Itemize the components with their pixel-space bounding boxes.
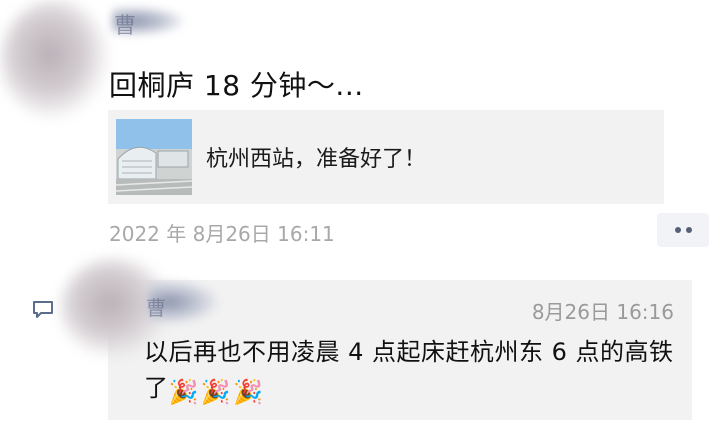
post-timestamp: 2022 年 8月26日 16:11 [109,222,335,246]
more-dot [685,227,692,233]
post-author-name[interactable]: 曹 [114,8,136,40]
link-title: 杭州西站，准备好了！ [206,147,427,172]
party-popper-icon: 🎉 [200,378,232,406]
more-dot [674,227,681,233]
comment-time: 8月26日 16:16 [531,300,674,324]
moments-post: 曹 回桐庐 18 分钟～... 杭州西站，准备好了！ 2022 年 8月26日 … [0,0,720,433]
comment-author-name[interactable]: 曹 [146,292,166,321]
party-popper-icon: 🎉 [168,378,199,406]
shared-link-card[interactable]: 杭州西站，准备好了！ [108,110,664,204]
more-dots-icon[interactable] [657,213,709,247]
train-station-thumbnail-icon [116,119,192,195]
post-text: 回桐庐 18 分钟～... [109,69,364,102]
comment-bubble-icon [33,301,53,318]
post-avatar[interactable] [0,0,110,120]
comment-text: 以后再也不用凌晨 4 点起床赶杭州东 6 点的高铁了🎉🎉🎉 [144,334,684,410]
party-popper-icon: 🎉 [233,378,264,406]
